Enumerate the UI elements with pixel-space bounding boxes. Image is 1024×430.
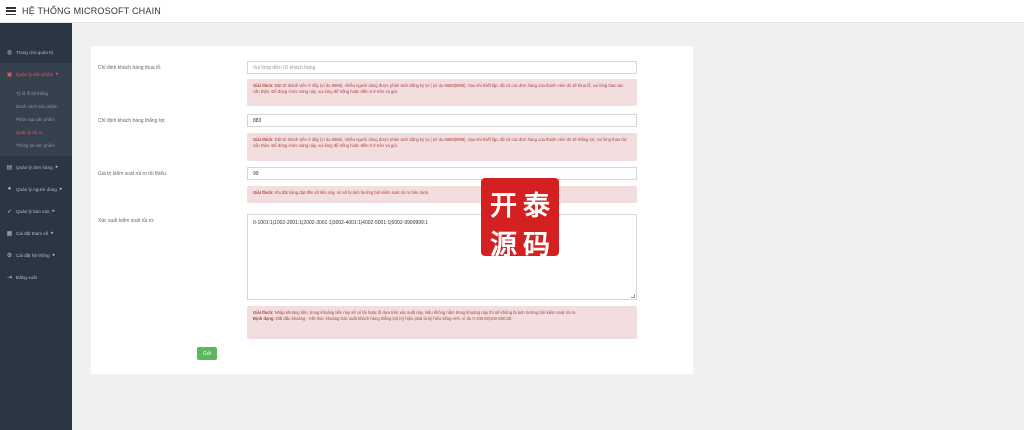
chevron-icon: ▸ <box>51 230 54 236</box>
sidebar-item-parameters[interactable]: ▦ Cài đặt tham số ▸ <box>0 222 72 244</box>
win-customer-label: Chỉ định khách hàng thắng lợi: <box>98 118 166 124</box>
stamp-char: 源 <box>490 230 517 261</box>
sidebar-subitem-product-category[interactable]: Phân loại sản phẩm <box>0 113 72 126</box>
sidebar-item-reports[interactable]: ➶ Quản lý báo cáo ▸ <box>0 200 72 222</box>
win-customer-hint: Giải thích: Đặt ID thành viên ở đây (ví … <box>247 133 637 161</box>
risk-probability-hint: Giải thích: Nhập khoảng tiền, trong khoả… <box>247 306 637 339</box>
risk-probability-value: 0-1001:1|1002-2001:1|2002-3001:1|3002-40… <box>253 220 428 226</box>
settings-icon: ▦ <box>6 230 13 237</box>
sidebar-item-label: Cài đặt hệ thống <box>16 252 50 258</box>
watermark-stamp: 开 泰 源 码 <box>481 178 559 261</box>
min-risk-input[interactable]: 99 <box>247 167 637 180</box>
stamp-char: 泰 <box>523 191 550 222</box>
risk-probability-textarea[interactable]: 0-1001:1|1002-2001:1|2002-3001:1|3002-40… <box>247 214 637 300</box>
report-icon: ➶ <box>6 208 13 215</box>
top-bar: HỆ THỐNG MICROSOFT CHAIN <box>0 0 1024 23</box>
hint-title: Giải thích: <box>253 137 274 142</box>
chevron-icon: ▸ <box>52 208 55 214</box>
user-icon: ● <box>7 186 12 192</box>
loss-customer-hint: Giải thích: Đặt ID thành viên ở đây (ví … <box>247 79 637 106</box>
sidebar-item-system[interactable]: ⚙ Cài đặt hệ thống ▸ <box>0 244 72 266</box>
resize-handle-icon[interactable] <box>631 294 635 298</box>
app-title: HỆ THỐNG MICROSOFT CHAIN <box>22 6 161 16</box>
dashboard-icon: ◍ <box>6 49 13 56</box>
loss-customer-label: Chỉ định khách hàng thua lỗ: <box>98 65 162 71</box>
chevron-icon: ▸ <box>52 252 56 258</box>
format-text: Bắt đầu khoảng - Kết thúc khoảng:Xác suấ… <box>276 316 512 321</box>
sidebar-item-label: Quản lý sản phẩm <box>16 71 54 77</box>
risk-settings-panel: Chỉ định khách hàng thua lỗ: Vui lòng đi… <box>91 46 693 374</box>
submit-button[interactable]: Gửi <box>197 347 217 360</box>
sidebar-item-label: Cài đặt tham số <box>16 230 49 236</box>
sidebar-submenu: Tỷ lệ lỗ lãi thống Danh sách sản phẩm Ph… <box>0 85 72 156</box>
hint-title: Giải thích: <box>253 83 274 88</box>
product-icon: ▣ <box>6 71 13 78</box>
format-title: Định dạng: <box>253 316 275 321</box>
chevron-icon: ▸ <box>59 186 63 192</box>
min-risk-hint: Giải thích: Khi đặt hàng đạt đến số tiền… <box>247 186 637 203</box>
sidebar-subitem-profit-ratio[interactable]: Tỷ lệ lỗ lãi thống <box>0 87 72 100</box>
sidebar-item-label: Trang chủ quản trị <box>16 49 54 55</box>
win-customer-input[interactable]: 883 <box>247 114 637 127</box>
sidebar-subitem-risk-management[interactable]: Quản lý rủi ro <box>0 126 72 139</box>
logout-icon: ⇥ <box>6 274 13 281</box>
sidebar-item-label: Quản lý báo cáo <box>16 208 50 214</box>
hint-text: Nhập khoảng tiền, trong khoảng tiền này … <box>274 310 577 315</box>
loss-customer-input[interactable]: Vui lòng điền ID khách hàng <box>247 61 637 74</box>
risk-probability-label: Xác suất kiểm soát rủi ro: <box>98 218 155 224</box>
sidebar-item-users[interactable]: ● Quản lý người dùng ▸ <box>0 178 72 200</box>
chevron-icon: ▸ <box>55 164 59 170</box>
sidebar-item-logout[interactable]: ⇥ Đăng xuất <box>0 266 72 288</box>
stamp-char: 码 <box>523 230 550 261</box>
chevron-down-icon: ▸ <box>56 71 59 77</box>
sidebar-item-orders[interactable]: ▤ Quản lý đơn hàng ▸ <box>0 156 72 178</box>
hint-text: Khi đặt hàng đạt đến số tiền này, nó sẽ … <box>274 190 430 195</box>
hint-title: Giải thích: <box>253 310 274 315</box>
sidebar-item-dashboard[interactable]: ◍ Trang chủ quản trị <box>0 41 72 63</box>
system-icon: ⚙ <box>6 252 13 259</box>
stamp-char: 开 <box>490 191 517 222</box>
hint-text: Đặt ID thành viên ở đây (ví dụ 8888), nh… <box>253 137 627 148</box>
sidebar-subitem-product-list[interactable]: Danh sách sản phẩm <box>0 100 72 113</box>
min-risk-label: Giá trị kiểm soát rủi ro tối thiểu: <box>98 171 168 177</box>
hamburger-menu-icon[interactable] <box>6 7 16 15</box>
order-icon: ▤ <box>6 164 13 171</box>
sidebar-item-label: Quản lý đơn hàng <box>16 164 53 170</box>
sidebar-item-label: Quản lý người dùng <box>16 186 57 192</box>
sidebar-subitem-product-info[interactable]: Thông tin sản phẩm <box>0 139 72 152</box>
sidebar-item-products[interactable]: ▣ Quản lý sản phẩm ▸ <box>0 63 72 85</box>
hint-text: Đặt ID thành viên ở đây (ví dụ 8888), nh… <box>253 83 624 94</box>
sidebar-item-label: Đăng xuất <box>16 274 37 280</box>
sidebar: ◍ Trang chủ quản trị ▣ Quản lý sản phẩm … <box>0 23 72 430</box>
hint-title: Giải thích: <box>253 190 274 195</box>
